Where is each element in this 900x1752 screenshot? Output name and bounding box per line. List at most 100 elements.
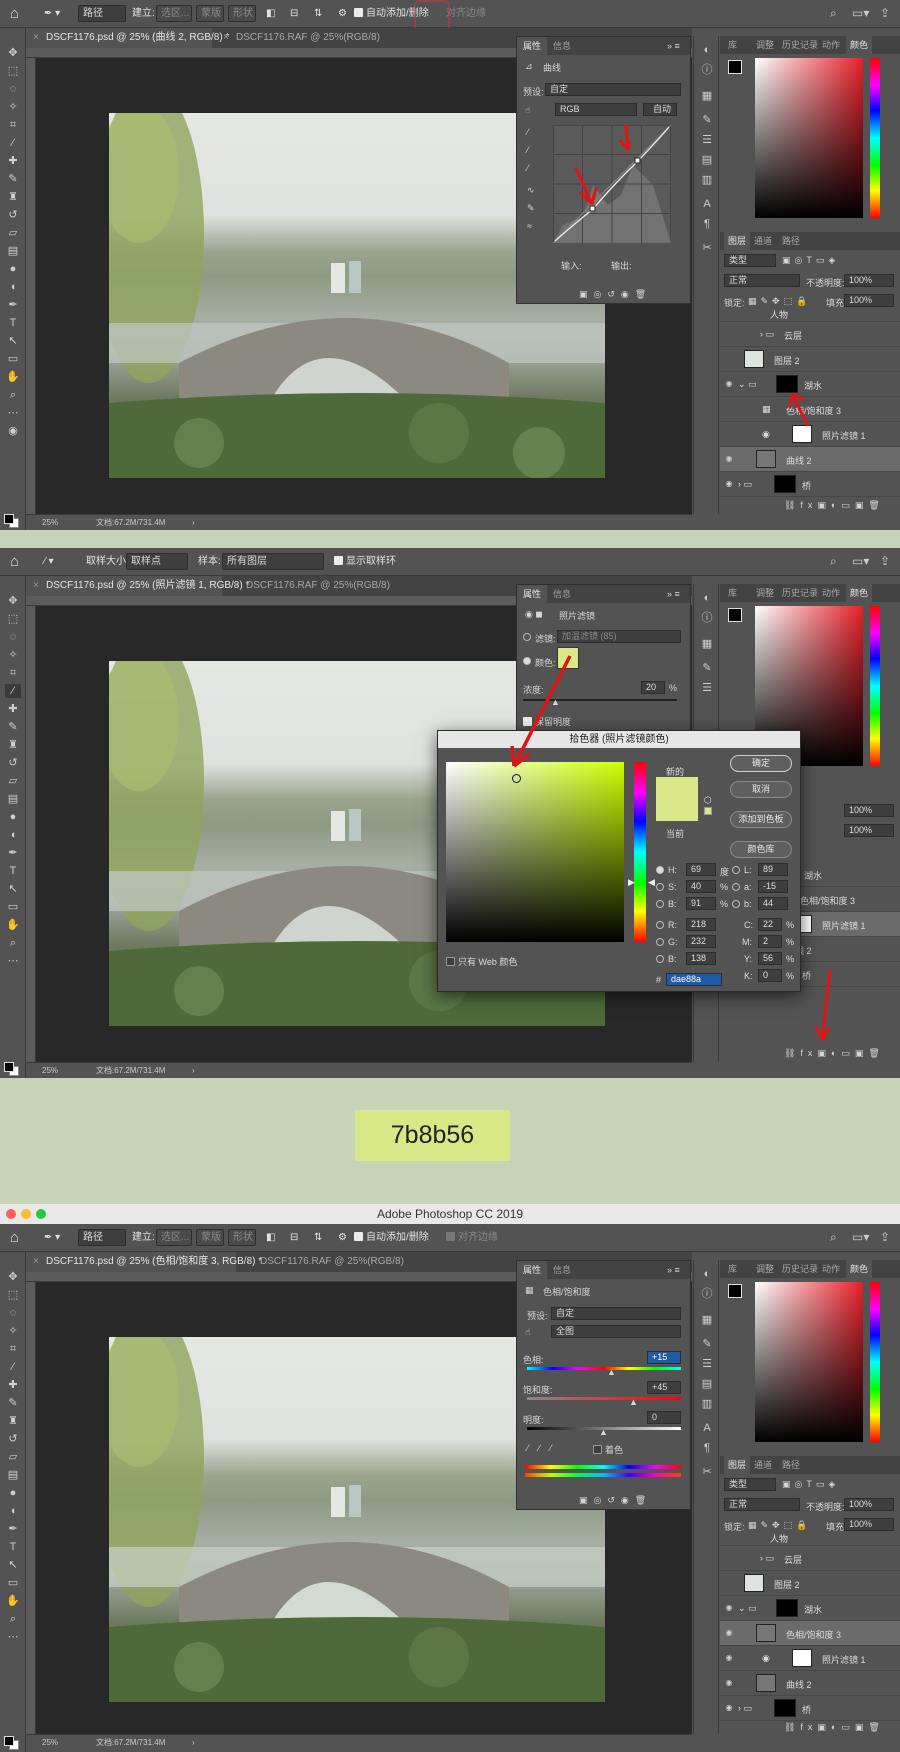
eyedropper-tool-icon[interactable]: ⁄ xyxy=(5,1360,21,1374)
tab-history[interactable]: 历史记录 xyxy=(782,1260,818,1278)
tab-libraries[interactable]: 库 xyxy=(728,36,737,54)
sample-size-select[interactable]: 取样点 xyxy=(126,553,188,570)
minimize-window-button[interactable] xyxy=(21,1209,31,1219)
layer-filter-select[interactable]: 类型 xyxy=(724,1478,776,1491)
layer-row[interactable]: 图层 2 xyxy=(720,1571,900,1596)
healing-brush-icon[interactable]: ✚ xyxy=(5,154,21,168)
h-input[interactable]: 69 xyxy=(686,863,716,876)
pen-tool-icon[interactable]: ✒ xyxy=(5,298,21,312)
eye-icon[interactable]: ◉ xyxy=(724,454,734,464)
colorize-checkbox[interactable]: 着色 xyxy=(593,1443,623,1456)
close-icon[interactable]: × xyxy=(33,576,39,596)
sample-select[interactable]: 所有图层 xyxy=(222,553,324,570)
info-icon[interactable]: ⓘ xyxy=(699,1286,715,1302)
tab-actions[interactable]: 动作 xyxy=(822,1260,840,1278)
panel-menu-icon[interactable]: » ≡ xyxy=(667,589,680,599)
home-icon[interactable]: ⌂ xyxy=(10,554,26,570)
healing-brush-icon[interactable]: ✚ xyxy=(5,1378,21,1392)
hue-slider[interactable] xyxy=(634,762,646,942)
hand-target-icon[interactable]: ☝ xyxy=(525,1327,530,1338)
zoom-level[interactable]: 25% xyxy=(42,515,58,530)
hue-slider[interactable] xyxy=(870,58,880,218)
layer-row[interactable]: ◉ ◉ 照片滤镜 1 xyxy=(720,1646,900,1671)
filter-radio[interactable] xyxy=(523,633,531,641)
eye-icon[interactable]: ◉ xyxy=(724,479,734,489)
filter-select[interactable]: 加温滤镜 (85) xyxy=(557,630,681,643)
lock-icons[interactable]: ▦✎✥⬚🔒 xyxy=(748,296,811,307)
b-radio[interactable] xyxy=(656,900,664,908)
path-ops-icon[interactable]: ◧ xyxy=(266,6,275,22)
saturation-brightness-field[interactable] xyxy=(446,762,624,942)
marquee-tool-icon[interactable]: ⬚ xyxy=(5,612,21,626)
tab-history[interactable]: 历史记录 xyxy=(782,36,818,54)
preset-select[interactable]: 自定 xyxy=(551,1307,681,1320)
quick-mask-icon[interactable]: ◉ xyxy=(5,424,21,438)
zoom-level[interactable]: 25% xyxy=(42,1735,58,1750)
auto-button[interactable]: 自动 xyxy=(643,103,677,116)
hue-slider[interactable] xyxy=(870,606,880,766)
share-icon[interactable]: ⇪ xyxy=(880,1230,890,1244)
search-icon[interactable]: ⌕ xyxy=(830,1230,837,1245)
paragraph-icon[interactable]: ¶ xyxy=(699,216,715,232)
foreground-color-swatch[interactable] xyxy=(4,1736,14,1746)
mask-button[interactable]: 蒙版 xyxy=(196,5,224,22)
fill-input[interactable]: 100% xyxy=(844,1518,894,1531)
eyedropper-white-icon[interactable]: ⁄ xyxy=(527,163,529,173)
tab-adjustments[interactable]: 调整 xyxy=(756,584,774,602)
tab-info[interactable]: 信息 xyxy=(547,37,577,55)
c-input[interactable]: 22 xyxy=(758,918,782,931)
rectangle-tool-icon[interactable]: ▭ xyxy=(5,900,21,914)
panel-menu-icon[interactable]: » ≡ xyxy=(667,1265,680,1275)
table-icon[interactable]: ▦ xyxy=(699,1312,715,1328)
home-icon[interactable]: ⌂ xyxy=(10,6,26,22)
magic-wand-icon[interactable]: ✧ xyxy=(5,648,21,662)
m-input[interactable]: 2 xyxy=(758,935,782,948)
l-radio[interactable] xyxy=(732,866,740,874)
saturation-slider[interactable] xyxy=(527,1397,681,1400)
eyedropper-icons[interactable]: ⁄⁄⁄ xyxy=(527,1443,562,1453)
panel-footer-icons[interactable]: ▣◎↺◉🗑 xyxy=(579,1495,652,1506)
add-to-swatches-button[interactable]: 添加到色板 xyxy=(730,811,792,828)
layer-row-selected[interactable]: ◉ 色相/饱和度 3 xyxy=(720,1621,900,1646)
brush-settings-icon[interactable]: ✎ xyxy=(699,660,715,676)
layer-row[interactable]: › ▭ 云层 xyxy=(720,1546,900,1571)
gradient-tool-icon[interactable]: ▤ xyxy=(5,244,21,258)
mask-button[interactable]: 蒙版 xyxy=(196,1229,224,1246)
pencil-icon[interactable]: ✎ xyxy=(527,203,535,214)
layer-row[interactable]: ◉ ⌄ ▭ 湖水 xyxy=(720,1596,900,1621)
foreground-color-swatch[interactable] xyxy=(4,514,14,524)
close-icon[interactable]: × xyxy=(247,1252,253,1272)
path-align-icon[interactable]: ⊟ xyxy=(290,1230,298,1246)
eraser-tool-icon[interactable]: ▱ xyxy=(5,226,21,240)
type-tool-icon[interactable]: T xyxy=(5,864,21,878)
color-libraries-button[interactable]: 颜色库 xyxy=(730,841,792,858)
sliders-icon[interactable]: ☰ xyxy=(699,680,715,696)
align-edges-checkbox[interactable]: 对齐边缘 xyxy=(446,6,486,22)
tab-libraries[interactable]: 库 xyxy=(728,1260,737,1278)
crop-tool-icon[interactable]: ⌗ xyxy=(5,1342,21,1356)
eye-icon[interactable]: ◉ xyxy=(724,1703,734,1713)
ok-button[interactable]: 确定 xyxy=(730,755,792,772)
zoom-tool-icon[interactable]: ⌕ xyxy=(5,388,21,402)
layer-row[interactable]: ◉曲线 2 xyxy=(720,1671,900,1696)
chevron-right-icon[interactable]: › xyxy=(192,1735,195,1750)
tab-raf[interactable]: × DSCF1176.RAF @ 25%(RGB/8) xyxy=(226,576,390,596)
crop-tool-icon[interactable]: ⌗ xyxy=(5,118,21,132)
a-input[interactable]: -15 xyxy=(758,880,788,893)
blend-mode-select[interactable]: 正常 xyxy=(724,1498,800,1511)
path-select-icon[interactable]: ↖ xyxy=(5,334,21,348)
share-icon[interactable]: ⇪ xyxy=(880,554,890,568)
tab-history[interactable]: 历史记录 xyxy=(782,584,818,602)
search-icon[interactable]: ⌕ xyxy=(830,6,837,21)
lasso-tool-icon[interactable]: ◌ xyxy=(5,1306,21,1320)
saturation-input[interactable]: +45 xyxy=(647,1381,681,1394)
color-field[interactable] xyxy=(755,58,863,218)
gradient-tool-icon[interactable]: ▤ xyxy=(5,792,21,806)
tab-paths[interactable]: 路径 xyxy=(782,232,800,250)
layer-comps-icon[interactable]: ▤ xyxy=(699,1376,715,1392)
tab-properties[interactable]: 属性 xyxy=(517,1261,548,1279)
layer-row[interactable]: 人物 xyxy=(720,308,900,322)
tab-color[interactable]: 颜色 xyxy=(846,36,873,54)
table-icon[interactable]: ▦ xyxy=(699,636,715,652)
rectangle-tool-icon[interactable]: ▭ xyxy=(5,352,21,366)
